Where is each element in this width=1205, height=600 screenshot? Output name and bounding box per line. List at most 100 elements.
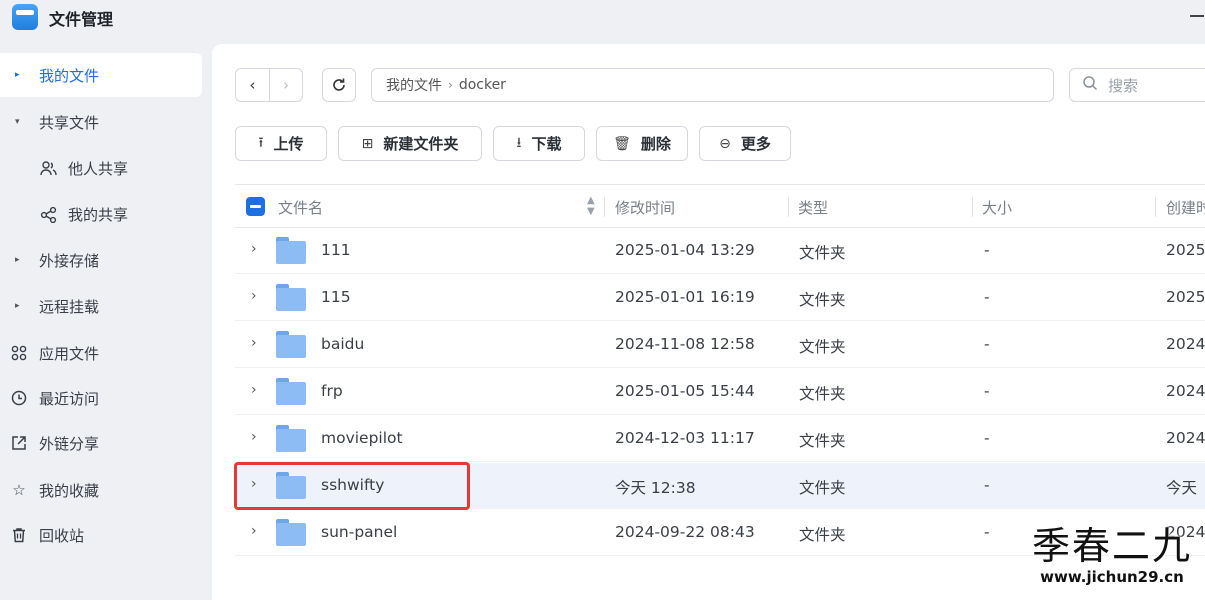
file-size: - — [984, 523, 990, 541]
file-type: 文件夹 — [799, 526, 846, 544]
trash-icon — [10, 526, 28, 544]
file-type: 文件夹 — [799, 385, 846, 403]
apps-grid-icon — [10, 344, 28, 362]
caret-down-icon: ▾ — [15, 117, 20, 127]
expand-chevron-icon[interactable]: › — [251, 523, 257, 539]
table-row[interactable]: › 115 2025-01-01 16:19 文件夹 - 2025 — [235, 275, 1205, 321]
history-nav: ‹ › — [235, 68, 303, 102]
breadcrumb: 我的文件 › docker — [371, 68, 1054, 102]
created-time: 今天 — [1166, 479, 1198, 497]
new-folder-button[interactable]: ⊞ 新建文件夹 — [338, 126, 482, 161]
sidebar-item-app-files[interactable]: 应用文件 — [0, 331, 202, 375]
breadcrumb-root[interactable]: 我的文件 — [386, 75, 442, 95]
search-input[interactable]: 搜索 — [1069, 68, 1205, 102]
table-row[interactable]: › baidu 2024-11-08 12:58 文件夹 - 2024 — [235, 322, 1205, 368]
forward-button[interactable]: › — [268, 69, 302, 101]
title-bar: 文件管理 — [0, 0, 1205, 36]
search-icon — [1082, 75, 1098, 95]
caret-right-icon: ▸ — [15, 70, 20, 80]
column-created[interactable]: 创建时 — [1166, 197, 1205, 218]
caret-right-icon: ▸ — [15, 255, 20, 265]
sidebar-item-external-storage[interactable]: ▸ 外接存储 — [0, 238, 202, 282]
breadcrumb-current[interactable]: docker — [459, 77, 506, 93]
created-time: 2024 — [1166, 382, 1205, 400]
caret-right-icon: ▸ — [15, 301, 20, 311]
sidebar-item-recent[interactable]: 最近访问 — [0, 376, 202, 420]
column-name[interactable]: 文件名 — [278, 197, 323, 218]
expand-chevron-icon[interactable]: › — [251, 382, 257, 398]
upload-button[interactable]: ⭱ 上传 — [235, 126, 327, 161]
sidebar-item-shared-files[interactable]: ▾ 共享文件 — [0, 100, 202, 144]
folder-icon — [276, 284, 306, 311]
minimize-button[interactable] — [1190, 15, 1204, 17]
table-row[interactable]: › frp 2025-01-05 15:44 文件夹 - 2024 — [235, 369, 1205, 415]
sidebar-item-remote-mount[interactable]: ▸ 远程挂载 — [0, 284, 202, 328]
search-placeholder: 搜索 — [1108, 76, 1139, 95]
file-manager-icon — [12, 4, 38, 30]
column-size[interactable]: 大小 — [982, 197, 1012, 218]
sort-icon[interactable]: ▲ ▼ — [587, 195, 595, 217]
file-size: - — [984, 288, 990, 306]
file-name: frp — [321, 382, 343, 400]
select-all-checkbox[interactable] — [246, 197, 265, 216]
star-icon: ☆ — [12, 481, 26, 499]
external-link-icon — [10, 434, 28, 452]
download-button[interactable]: ⭳ 下载 — [493, 126, 585, 161]
file-name: 115 — [321, 288, 351, 306]
file-name: 111 — [321, 241, 351, 259]
clock-icon — [10, 389, 28, 407]
refresh-icon — [333, 78, 345, 91]
watermark: 季春二九 www.jichun29.cn — [1022, 524, 1202, 586]
created-time: 2024 — [1166, 429, 1205, 447]
chevron-left-icon: ‹ — [249, 76, 256, 94]
expand-chevron-icon[interactable]: › — [251, 335, 257, 351]
expand-chevron-icon[interactable]: › — [251, 241, 257, 257]
created-time: 2025 — [1166, 288, 1205, 306]
sidebar-item-favorites[interactable]: ☆ 我的收藏 — [0, 468, 202, 512]
modified-time: 今天 12:38 — [615, 479, 696, 497]
back-button[interactable]: ‹ — [236, 69, 269, 101]
column-modified[interactable]: 修改时间 — [615, 197, 675, 218]
file-size: - — [984, 476, 990, 494]
delete-button[interactable]: 🗑 删除 — [596, 126, 688, 161]
file-name: baidu — [321, 335, 365, 353]
modified-time: 2024-12-03 11:17 — [615, 429, 755, 447]
modified-time: 2025-01-01 16:19 — [615, 288, 755, 306]
folder-icon — [276, 425, 306, 452]
modified-time: 2024-09-22 08:43 — [615, 523, 755, 541]
table-row[interactable]: › moviepilot 2024-12-03 11:17 文件夹 - 2024 — [235, 416, 1205, 462]
users-icon — [39, 159, 57, 177]
column-type[interactable]: 类型 — [798, 197, 828, 218]
more-button[interactable]: ⊖ 更多 — [699, 126, 791, 161]
file-type: 文件夹 — [799, 244, 846, 262]
share-icon — [39, 205, 57, 223]
sidebar-item-my-shares[interactable]: 我的共享 — [0, 192, 202, 236]
modified-time: 2025-01-05 15:44 — [615, 382, 755, 400]
table-row[interactable]: › 111 2025-01-04 13:29 文件夹 - 2025 — [235, 228, 1205, 274]
expand-chevron-icon[interactable]: › — [251, 429, 257, 445]
file-type: 文件夹 — [799, 338, 846, 356]
chevron-right-icon: › — [448, 78, 453, 92]
sidebar-item-link-share[interactable]: 外链分享 — [0, 421, 202, 465]
sidebar-item-recycle-bin[interactable]: 回收站 — [0, 513, 202, 557]
trash-icon: 🗑 — [613, 135, 631, 152]
created-time: 2025 — [1166, 241, 1205, 259]
modified-time: 2024-11-08 12:58 — [615, 335, 755, 353]
table-header: 文件名 ▲ ▼ 修改时间 类型 大小 创建时 — [235, 184, 1205, 228]
file-size: - — [984, 335, 990, 353]
main-panel: ‹ › 我的文件 › docker 搜索 ⭱ 上传 ⊞ 新建文件夹 ⭳ 下载 🗑 删除 … — [212, 44, 1205, 600]
chevron-right-icon: › — [282, 76, 289, 94]
file-type: 文件夹 — [799, 432, 846, 450]
folder-icon — [276, 519, 306, 546]
sidebar-item-my-files[interactable]: ▸ 我的文件 — [0, 53, 202, 97]
watermark-title: 季春二九 — [1031, 524, 1192, 568]
sidebar-item-shared-by-others[interactable]: 他人共享 — [0, 146, 202, 190]
refresh-button[interactable] — [322, 68, 356, 102]
watermark-url: www.jichun29.cn — [1040, 568, 1184, 586]
file-name: moviepilot — [321, 429, 403, 447]
file-name: sun-panel — [321, 523, 398, 541]
expand-chevron-icon[interactable]: › — [251, 288, 257, 304]
download-icon: ⭳ — [516, 134, 522, 151]
file-size: - — [984, 429, 990, 447]
file-size: - — [984, 382, 990, 400]
